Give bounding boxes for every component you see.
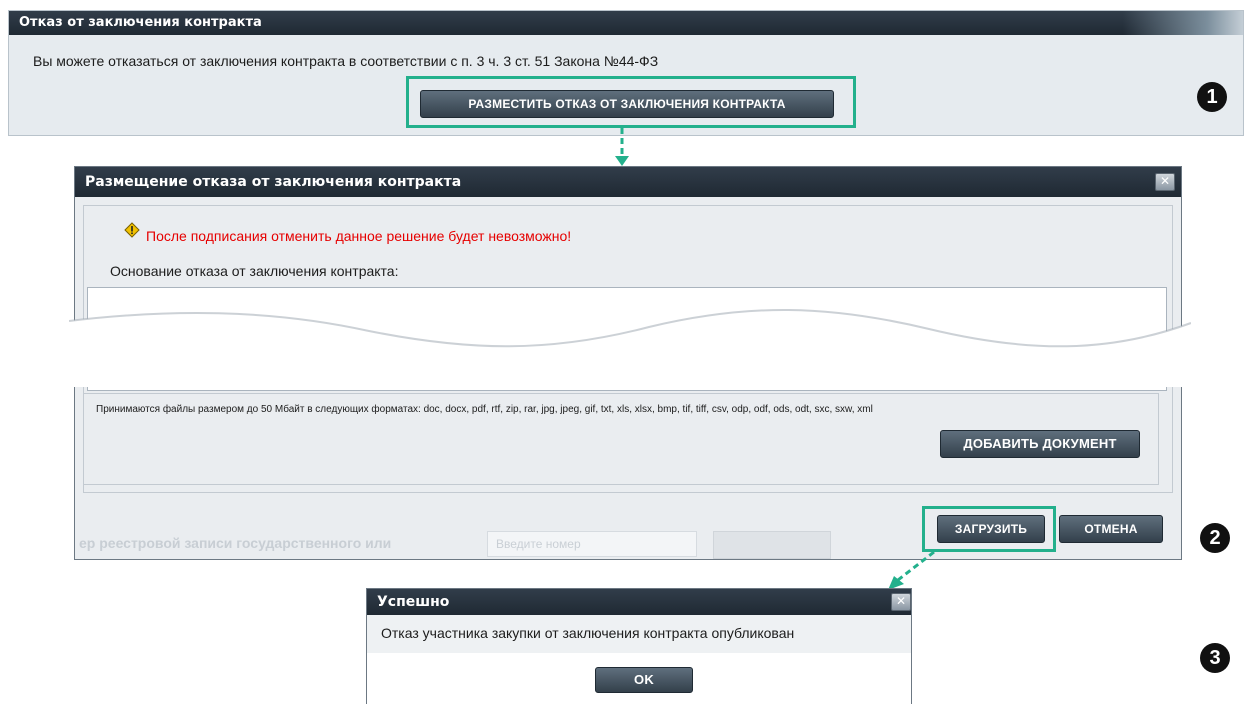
success-dialog: Успешно ✕ Отказ участника закупки от зак… (366, 588, 912, 704)
step2-highlight (922, 506, 1056, 552)
panel-titlebar: Отказ от заключения контракта (9, 11, 1243, 35)
success-message: Отказ участника закупки от заключения ко… (381, 625, 795, 641)
refusal-dialog: Размещение отказа от заключения контракт… (69, 166, 1191, 560)
globe-icon (1123, 11, 1243, 35)
panel-title: Отказ от заключения контракта (19, 15, 262, 30)
step1-highlight (406, 76, 856, 128)
panel-info-text: Вы можете отказаться от заключения контр… (33, 53, 659, 69)
arrow-down-icon (615, 128, 629, 166)
files-hint: Принимаются файлы размером до 50 Мбайт в… (96, 404, 873, 415)
close-icon[interactable]: ✕ (1155, 173, 1175, 191)
close-icon[interactable]: ✕ (891, 593, 911, 611)
step-1-badge: 1 (1197, 82, 1227, 112)
refusal-dialog-titlebar: Размещение отказа от заключения контракт… (75, 167, 1181, 197)
warning-text: После подписания отменить данное решение… (146, 228, 572, 244)
warning-icon (124, 222, 140, 238)
add-document-button[interactable]: ДОБАВИТЬ ДОКУМЕНТ (940, 430, 1140, 458)
background-number-input: Введите номер (487, 531, 697, 557)
background-button (713, 531, 831, 559)
attachments-box: Принимаются файлы размером до 50 Мбайт в… (83, 393, 1159, 485)
torn-edge (69, 308, 1191, 387)
refusal-dialog-title: Размещение отказа от заключения контракт… (85, 174, 462, 190)
step-3-badge: 3 (1200, 643, 1230, 673)
reason-label: Основание отказа от заключения контракта… (110, 263, 399, 279)
cancel-button[interactable]: ОТМЕНА (1059, 515, 1163, 543)
success-dialog-title: Успешно (377, 594, 450, 610)
background-field-label: ер реестровой записи государственного ил… (79, 535, 392, 551)
step-2-badge: 2 (1200, 523, 1230, 553)
ok-button[interactable]: OK (595, 667, 693, 693)
success-dialog-titlebar: Успешно (367, 589, 911, 615)
